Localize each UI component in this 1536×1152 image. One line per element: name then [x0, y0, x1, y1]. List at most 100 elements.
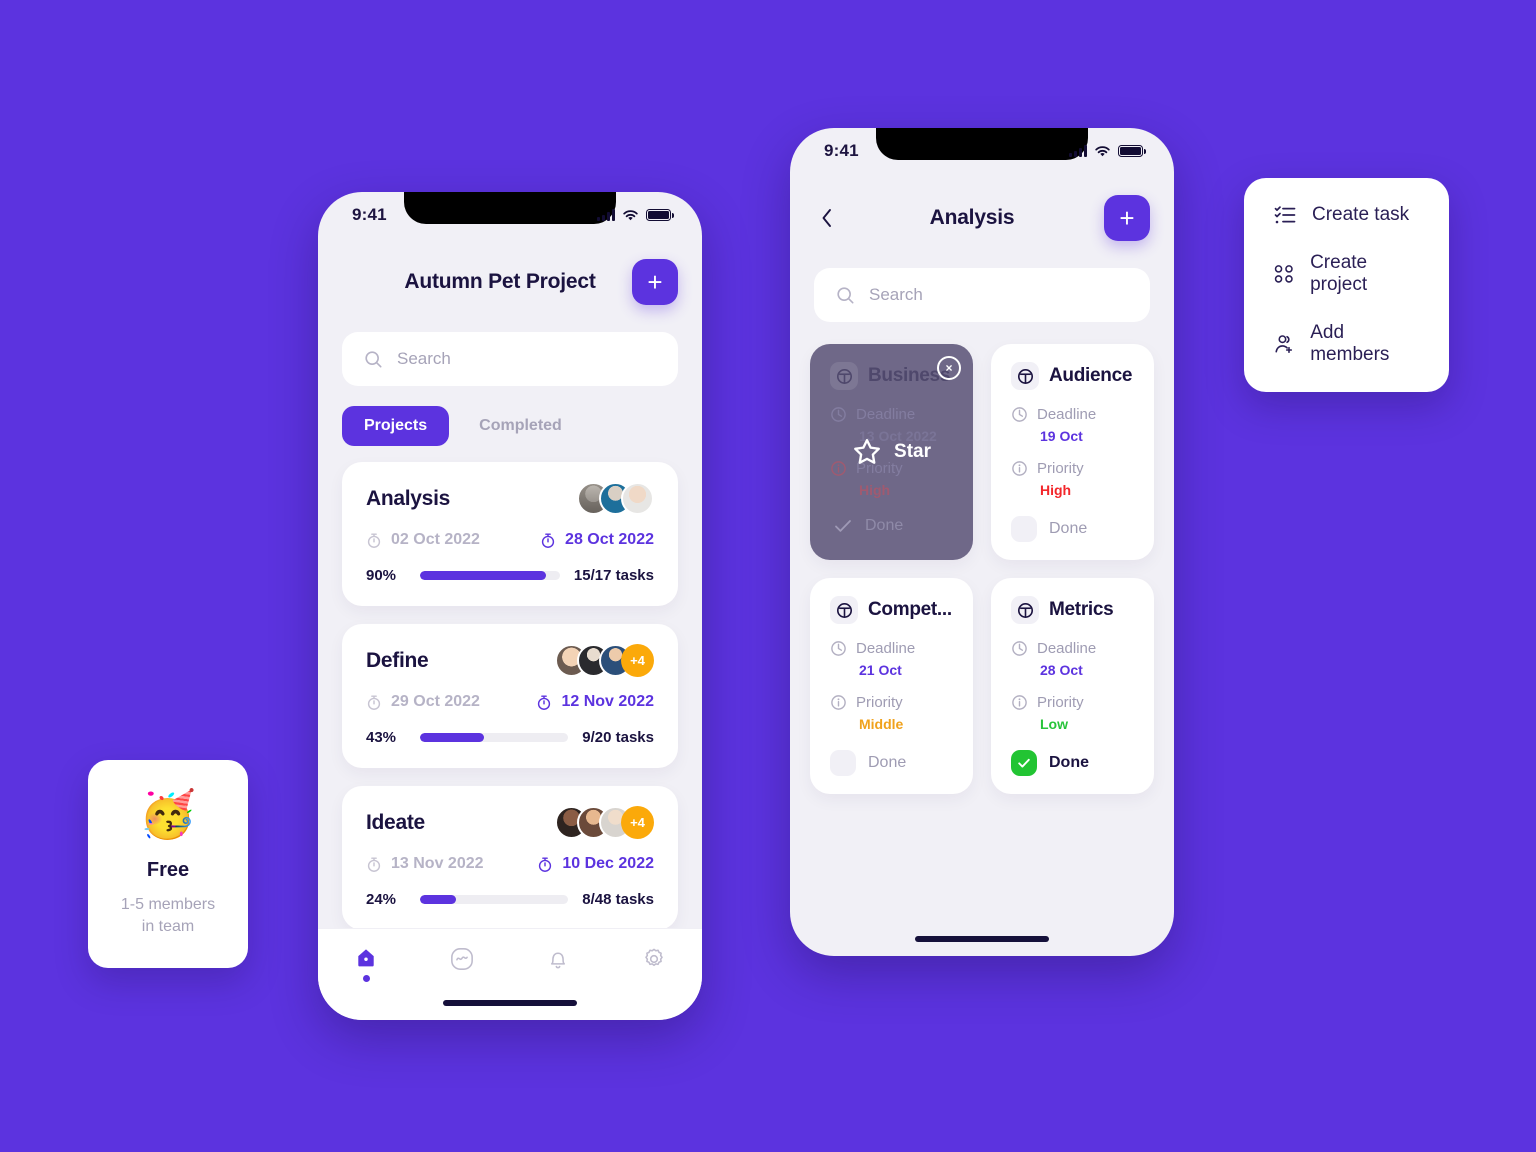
search-input[interactable]: Search — [342, 332, 678, 386]
priority-value: Low — [1040, 716, 1068, 732]
priority-value: Middle — [859, 716, 904, 732]
canvas: 9:41 Autumn Pet Project + Search Project… — [0, 0, 1536, 1152]
project-card-ideate[interactable]: Ideate +4 13 Nov 2022 10 Dec 2022 24% 8/… — [342, 786, 678, 930]
clock-icon — [831, 641, 846, 656]
check-icon — [835, 520, 851, 532]
tab-activity[interactable] — [414, 947, 510, 971]
gear-icon — [645, 948, 663, 967]
end-date-text: 10 Dec 2022 — [562, 855, 654, 872]
home-indicator — [915, 936, 1049, 942]
priority-row: Priority — [1011, 694, 1136, 711]
done-checkbox[interactable] — [830, 750, 856, 776]
task-card-metrics[interactable]: Metrics Deadline 28 Oct Priority Low Don… — [991, 578, 1154, 794]
project-start-date: 02 Oct 2022 — [366, 531, 480, 549]
info-icon — [1012, 695, 1027, 710]
progress-fill — [420, 733, 484, 742]
menu-item-create-task[interactable]: Create task — [1274, 204, 1419, 226]
clock-icon — [538, 694, 551, 710]
menu-item-label: Create project — [1310, 252, 1368, 295]
task-card-competitors[interactable]: Compet... Deadline 21 Oct Priority Middl… — [810, 578, 973, 794]
menu-item-label: Create task — [1312, 204, 1410, 225]
priority-row: Priority — [1011, 460, 1136, 477]
page-title: Autumn Pet Project — [404, 270, 596, 293]
done-label: Done — [865, 517, 904, 534]
done-checkbox[interactable] — [1011, 750, 1037, 776]
cellular-bars-icon — [597, 209, 615, 221]
tab-notifications[interactable] — [510, 947, 606, 971]
end-date-text: 12 Nov 2022 — [561, 693, 654, 710]
deadline-label: Deadline — [856, 640, 916, 657]
phone-projects: 9:41 Autumn Pet Project + Search Project… — [318, 192, 702, 1020]
plan-card-free[interactable]: 🥳 Free 1-5 members in team — [88, 760, 248, 968]
star-label: Star — [894, 441, 931, 462]
list-checks-icon — [1274, 206, 1296, 224]
home-icon — [358, 949, 374, 967]
project-title: Analysis — [366, 486, 450, 510]
search-placeholder: Search — [397, 349, 451, 368]
deadline-row: Deadline — [830, 406, 955, 423]
deadline-row: Deadline — [1011, 640, 1136, 657]
task-count: 9/20 tasks — [582, 729, 654, 746]
wifi-icon — [1095, 145, 1110, 156]
star-action[interactable]: Star — [810, 437, 973, 467]
page-title: Analysis — [929, 206, 1015, 229]
clock-icon — [367, 694, 381, 710]
plan-subtitle: 1-5 members in team — [121, 894, 215, 937]
status-bar: 9:41 — [318, 192, 702, 238]
clock-icon — [1012, 641, 1027, 656]
back-button[interactable] — [814, 203, 840, 233]
deadline-label: Deadline — [1037, 640, 1097, 657]
menu-item-label: Add members — [1310, 322, 1390, 365]
tab-completed[interactable]: Completed — [457, 406, 584, 446]
clock-icon — [367, 532, 381, 548]
progress-bar — [420, 733, 569, 742]
done-row[interactable]: Done — [830, 516, 955, 536]
add-button[interactable]: + — [1104, 195, 1150, 241]
close-icon[interactable]: × — [937, 356, 961, 380]
tab-settings[interactable] — [606, 947, 702, 971]
done-label: Done — [1049, 520, 1088, 537]
clock-icon — [539, 856, 552, 872]
info-icon — [1012, 461, 1027, 476]
task-count: 8/48 tasks — [582, 891, 654, 908]
project-tabs: Projects Completed — [342, 406, 678, 446]
avatar-stack[interactable] — [577, 482, 654, 515]
avatar — [621, 482, 654, 515]
done-row[interactable]: Done — [1011, 750, 1136, 776]
tab-home[interactable] — [318, 947, 414, 982]
phone-analysis: 9:41 Analysis + Search × Business Deadli… — [790, 128, 1174, 956]
done-checkbox[interactable] — [1011, 516, 1037, 542]
done-row[interactable]: Done — [1011, 516, 1136, 542]
search-input[interactable]: Search — [814, 268, 1150, 322]
context-menu: Create task Create project Add members — [1244, 178, 1449, 392]
avatar-stack[interactable]: +4 — [555, 644, 654, 677]
status-time: 9:41 — [824, 141, 859, 160]
search-icon — [837, 286, 854, 304]
project-start-date: 29 Oct 2022 — [366, 693, 480, 711]
done-label: Done — [1049, 754, 1089, 771]
analysis-header: Analysis + — [790, 174, 1174, 248]
avatar-more-badge: +4 — [621, 806, 654, 839]
project-end-date: 28 Oct 2022 — [540, 531, 654, 549]
task-title: Compet... — [868, 599, 952, 620]
project-card-analysis[interactable]: Analysis 02 Oct 2022 28 Oct 2022 90% 15/… — [342, 462, 678, 606]
activity-icon — [451, 948, 473, 970]
task-type-icon — [1011, 362, 1039, 390]
menu-item-create-project[interactable]: Create project — [1274, 252, 1419, 296]
task-card-business[interactable]: × Business Deadline 13 Oct 2022 Priority… — [810, 344, 973, 560]
menu-item-add-members[interactable]: Add members — [1274, 322, 1419, 366]
progress-bar — [420, 571, 560, 580]
tab-projects[interactable]: Projects — [342, 406, 450, 446]
deadline-label: Deadline — [856, 406, 916, 423]
clock-icon — [367, 856, 381, 872]
add-button[interactable]: + — [632, 259, 678, 305]
progress-fill — [420, 571, 546, 580]
task-card-audience[interactable]: Audience Deadline 19 Oct Priority High D… — [991, 344, 1154, 560]
avatar-stack[interactable]: +4 — [555, 806, 654, 839]
project-card-define[interactable]: Define +4 29 Oct 2022 12 Nov 2022 43% 9/… — [342, 624, 678, 768]
search-placeholder: Search — [869, 285, 923, 304]
done-row[interactable]: Done — [830, 750, 955, 776]
project-end-date: 12 Nov 2022 — [536, 693, 654, 711]
battery-full-icon — [1118, 145, 1146, 157]
wifi-icon — [623, 209, 638, 220]
